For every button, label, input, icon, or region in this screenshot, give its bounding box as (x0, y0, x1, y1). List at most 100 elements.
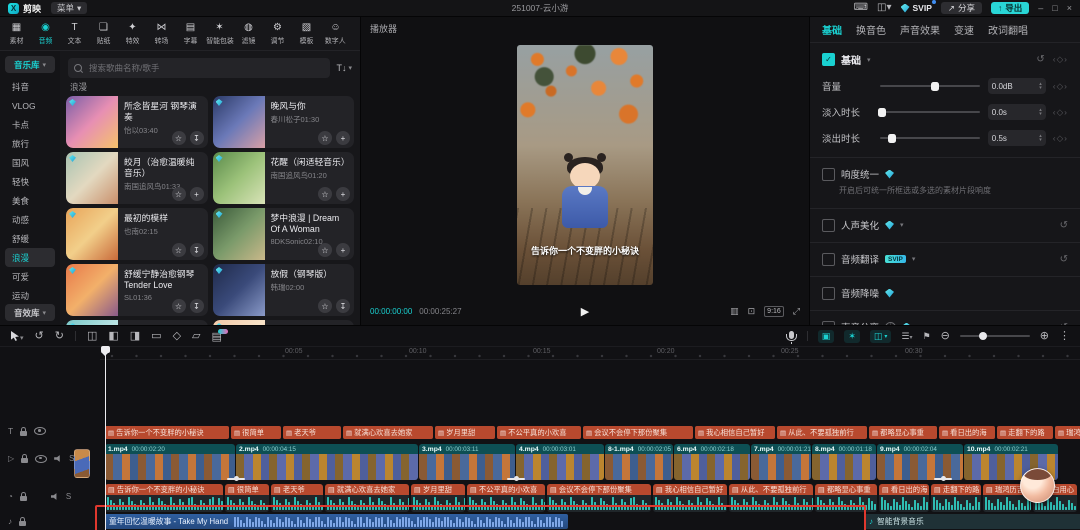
preview-zoom-icon[interactable]: ⊡ (748, 306, 756, 317)
zoom-in-icon[interactable]: ⊕ (1040, 330, 1049, 342)
playhead[interactable] (101, 346, 110, 530)
tts-audio-clip[interactable]: ▤ 不公平真的小欢喜 (467, 484, 545, 512)
minimize-button[interactable]: – (1038, 3, 1043, 13)
add-to-track-icon[interactable]: + (189, 187, 204, 201)
maximize-button[interactable]: □ (1052, 3, 1057, 13)
tts-audio-clip[interactable]: ▤ 就满心欢喜去她家 (325, 484, 409, 512)
undo-icon[interactable]: ↺ (35, 330, 44, 342)
smart-bgm-clip[interactable]: ♪ 智能背景音乐 (864, 514, 1080, 529)
sidebar-item-动感[interactable]: 动感 (5, 210, 55, 229)
visibility-icon[interactable] (34, 427, 47, 435)
crop-left-icon[interactable]: ◧ (108, 330, 118, 342)
keyframe-control[interactable]: ‹◇› (1053, 107, 1068, 118)
keyboard-shortcut-icon[interactable]: ⌨ (854, 3, 868, 13)
sidebar-item-VLOG[interactable]: VLOG (5, 96, 55, 115)
song-card[interactable]: 晚风与你 春川松子01:30 ☆ + (212, 96, 354, 148)
keyframe-control[interactable]: ‹◇› (1053, 54, 1068, 65)
transition-marker[interactable] (507, 476, 525, 482)
video-clip[interactable]: 2.mp4 00:00:04:15 (236, 444, 418, 480)
add-to-track-icon[interactable]: + (336, 187, 350, 201)
slider-track[interactable] (880, 81, 980, 91)
text-clip[interactable]: ▤ 老天爷 (283, 426, 341, 439)
preview-axis-icon[interactable]: ◫ ▾ (869, 329, 892, 343)
value-box[interactable]: 0.0s ▴ ▾ (987, 104, 1046, 120)
transition-marker[interactable] (934, 476, 952, 482)
auto-snap-icon[interactable]: ▣ (817, 329, 835, 343)
stepper-arrows[interactable]: ▴ ▾ (1039, 82, 1042, 91)
favorite-icon[interactable]: ☆ (171, 299, 186, 313)
play-button[interactable]: ▶ (581, 305, 589, 318)
video-clip[interactable]: 7.mp4 00:00:01:21 (751, 444, 811, 480)
favorite-icon[interactable]: ☆ (318, 243, 332, 257)
toolbar-item-adjust[interactable]: ⚙ 调节 (263, 22, 292, 46)
tts-audio-clip[interactable]: ▤ 很简单 (225, 484, 269, 512)
sidebar-item-浪漫[interactable]: 浪漫 (5, 248, 55, 267)
reset-icon[interactable]: ↺ (1060, 322, 1068, 326)
video-clip[interactable]: 8.mp4 00:00:01:18 (812, 444, 876, 480)
favorite-icon[interactable]: ☆ (318, 187, 332, 201)
song-card[interactable]: 梦中浪漫 | Dream Of A Woman 8DKSonic02:10 ☆ + (212, 208, 354, 260)
video-clip[interactable]: 3.mp4 00:00:03:11 (419, 444, 515, 480)
checkbox-voice-separate[interactable] (822, 320, 835, 325)
lock-icon[interactable] (19, 517, 26, 526)
zoom-out-icon[interactable]: ⊖ (941, 330, 950, 342)
freeze-frame-icon[interactable]: ▱ (192, 330, 200, 342)
assistant-avatar[interactable] (1020, 468, 1055, 503)
download-icon[interactable]: ↧ (189, 299, 204, 313)
menu-button[interactable]: 菜单 ▾ (51, 2, 88, 14)
sidebar-item-运动[interactable]: 运动 (5, 286, 55, 305)
tts-audio-clip[interactable]: ▤ 从此、不要孤独前行 (729, 484, 813, 512)
text-clip[interactable]: ▤ 会议不会停下那份聚集 (583, 426, 693, 439)
favorite-icon[interactable]: ☆ (171, 187, 186, 201)
tts-audio-clip[interactable]: ▤ 都略显心事重 (815, 484, 877, 512)
toolbar-item-templates[interactable]: ▧ 模板 (292, 22, 321, 46)
text-clip[interactable]: ▤ 看日出的海 (939, 426, 995, 439)
sort-button[interactable]: T↓ ▾ (336, 63, 352, 73)
add-to-track-icon[interactable]: + (336, 243, 350, 257)
song-card[interactable]: 舒缓宁静治愈钢琴 Tender Love SL01:36 ☆ ↧ (66, 264, 208, 316)
sidebar-item-可爱[interactable]: 可爱 (5, 267, 55, 286)
mute-icon[interactable] (54, 455, 60, 462)
tts-audio-clip[interactable]: ▤ 我心相信自己暂好 (653, 484, 727, 512)
text-clip[interactable]: ▤ 不公平真的小欢喜 (497, 426, 581, 439)
video-clip[interactable]: 8-1.mp4 00:00:02:05 (605, 444, 673, 480)
tab-换音色[interactable]: 换音色 (856, 22, 886, 37)
text-clip[interactable]: ▤ 告诉你一个不变胖的小秘诀 (105, 426, 229, 439)
layout-switch-icon[interactable]: ◫▾ (877, 3, 891, 13)
sidebar-item-抖音[interactable]: 抖音 (5, 77, 55, 96)
smart-caption-icon[interactable]: ▤ (212, 329, 228, 343)
text-clip[interactable]: ▤ 岁月里甜 (435, 426, 495, 439)
music-audio-clip[interactable]: 童年回忆温暖故事 - Take My Hand (105, 514, 568, 529)
visibility-icon[interactable] (35, 454, 48, 463)
checkbox-audio-translate[interactable] (822, 252, 835, 266)
tts-audio-clip[interactable]: ▤ 走翻下的路 (931, 484, 981, 512)
tab-基础[interactable]: 基础 (822, 22, 842, 37)
toolbar-item-effects[interactable]: ✦ 特效 (118, 22, 147, 46)
text-clip[interactable]: ▤瑞鸿历吉 (1055, 426, 1080, 439)
slider-thumb[interactable] (887, 133, 896, 143)
redo-icon[interactable]: ↻ (55, 330, 64, 342)
toolbar-item-captions[interactable]: ▤ 字幕 (176, 22, 205, 46)
fullscreen-icon[interactable]: ⤢ (793, 306, 800, 317)
toolbar-item-audio[interactable]: ◉ 音频 (31, 22, 60, 46)
mute-icon[interactable] (50, 493, 57, 500)
favorite-icon[interactable]: ☆ (318, 131, 332, 145)
sidebar-item-美食[interactable]: 美食 (5, 191, 55, 210)
song-card[interactable]: 云朵（治愈温柔纯音乐）南国追风鸟01:20☆+ (212, 320, 354, 325)
reset-icon[interactable]: ↺ (1036, 54, 1044, 65)
checkbox-voice-beautify[interactable] (822, 218, 835, 232)
sound-effects-dropdown[interactable]: 音效库 ▾ (5, 304, 55, 321)
stepper-arrows[interactable]: ▴ ▾ (1039, 108, 1042, 117)
text-clip[interactable]: ▤ 走翻下的路 (997, 426, 1053, 439)
split-icon[interactable]: ◫ (87, 330, 97, 342)
record-voiceover-icon[interactable] (786, 330, 798, 344)
cover-icon[interactable]: ⚑ (922, 331, 930, 341)
close-button[interactable]: × (1067, 3, 1072, 13)
crop-right-icon[interactable]: ◨ (130, 330, 140, 342)
tts-audio-clip[interactable]: ▤ 看日出的海 (879, 484, 929, 512)
render-quality-icon[interactable]: ▥ (730, 306, 739, 317)
lock-icon[interactable] (19, 492, 27, 501)
keyframe-control[interactable]: ‹◇› (1053, 81, 1068, 92)
solo-icon[interactable]: S (66, 492, 71, 501)
value-box[interactable]: 0.5s ▴ ▾ (987, 130, 1046, 146)
